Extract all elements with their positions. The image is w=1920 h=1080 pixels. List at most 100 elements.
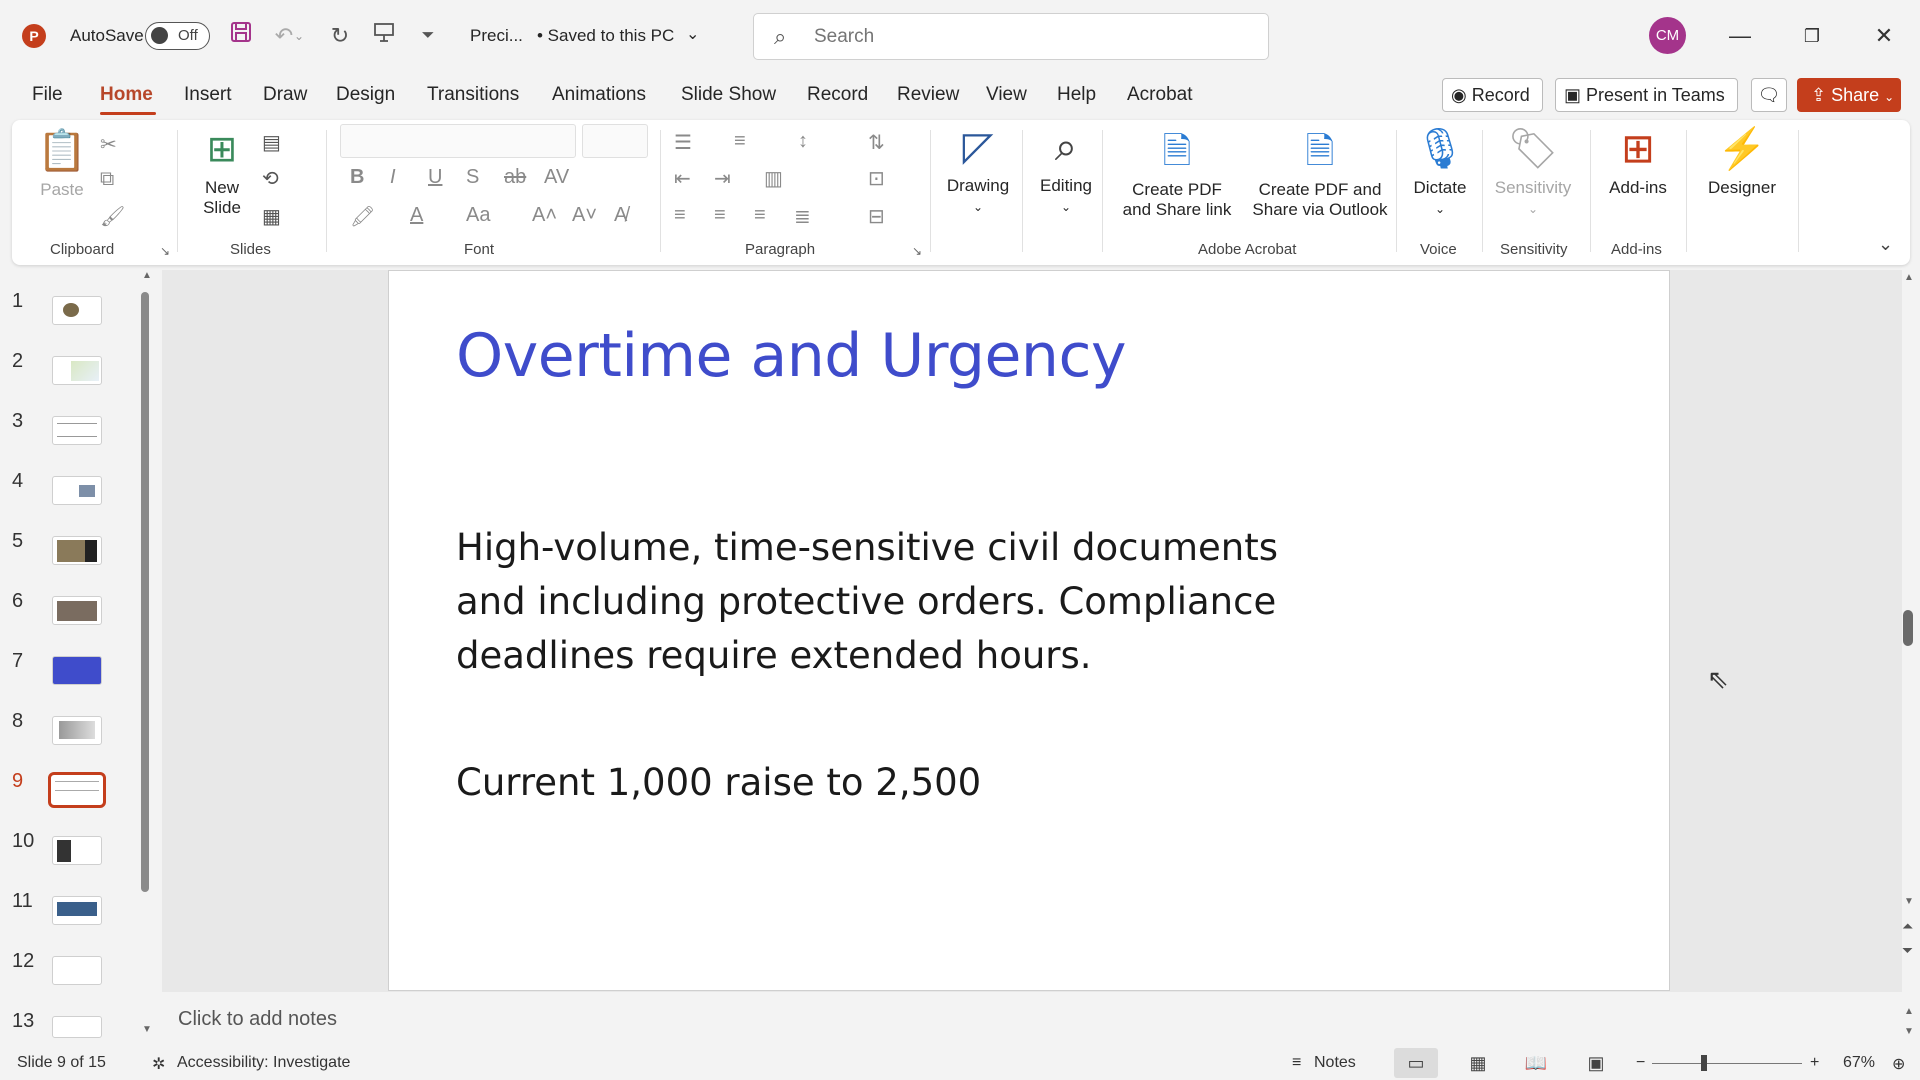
clipboard-launcher-icon[interactable]: ↘: [160, 244, 170, 258]
slide-thumbnail-1[interactable]: [52, 296, 102, 325]
slide-thumbnail-10[interactable]: [52, 836, 102, 865]
slide-sorter-view-icon[interactable]: ▦: [1456, 1048, 1500, 1078]
drawing-button[interactable]: ◸ Drawing ⌄: [938, 124, 1018, 216]
editing-button[interactable]: ⌕ Editing ⌄: [1030, 124, 1102, 216]
zoom-out-icon[interactable]: −: [1636, 1054, 1645, 1072]
minimize-icon[interactable]: —: [1720, 20, 1760, 52]
create-pdf-outlook-button[interactable]: 🗎 Create PDF and Share via Outlook: [1238, 128, 1402, 220]
text-direction-icon[interactable]: ⇅: [868, 130, 885, 155]
italic-icon[interactable]: I: [390, 166, 396, 189]
columns-icon[interactable]: ▥: [764, 166, 783, 191]
present-in-teams-button[interactable]: ▣ Present in Teams: [1555, 78, 1738, 112]
section-icon[interactable]: ▦: [262, 204, 281, 229]
slide-thumbnail-8[interactable]: [52, 716, 102, 745]
zoom-level[interactable]: 67%: [1843, 1054, 1875, 1072]
scroll-up-icon[interactable]: ▲: [1904, 272, 1914, 283]
strikethrough-icon[interactable]: ab: [504, 166, 526, 189]
accessibility-status[interactable]: Accessibility: Investigate: [177, 1054, 350, 1072]
underline-icon[interactable]: U: [428, 166, 442, 189]
scroll-up-icon[interactable]: ▲: [142, 270, 152, 281]
notes-toggle[interactable]: Notes: [1314, 1054, 1356, 1072]
slide-thumbnail-7[interactable]: [52, 656, 102, 685]
tab-design[interactable]: Design: [336, 84, 395, 106]
record-button[interactable]: ◉ Record: [1442, 78, 1543, 112]
slide-title[interactable]: Overtime and Urgency: [456, 321, 1126, 391]
increase-indent-icon[interactable]: ⇥: [714, 166, 731, 191]
tab-slide-show[interactable]: Slide Show: [681, 84, 776, 106]
cut-icon[interactable]: ✂: [100, 132, 117, 157]
smartart-icon[interactable]: ⊟: [868, 204, 885, 229]
highlight-icon[interactable]: 🖍: [350, 204, 375, 229]
decrease-indent-icon[interactable]: ⇤: [674, 166, 691, 191]
zoom-slider-thumb[interactable]: [1701, 1055, 1707, 1071]
align-right-icon[interactable]: ≡: [754, 204, 766, 227]
autosave-toggle[interactable]: Off: [145, 22, 210, 50]
format-painter-icon[interactable]: 🖌: [100, 204, 125, 229]
tab-acrobat[interactable]: Acrobat: [1127, 84, 1192, 106]
tab-review[interactable]: Review: [897, 84, 959, 106]
search-input[interactable]: [814, 25, 1234, 49]
zoom-in-icon[interactable]: +: [1810, 1054, 1819, 1072]
paragraph-launcher-icon[interactable]: ↘: [912, 244, 922, 258]
align-left-icon[interactable]: ≡: [674, 204, 686, 227]
bullets-icon[interactable]: ☰: [674, 130, 692, 155]
tab-transitions[interactable]: Transitions: [427, 84, 519, 106]
fit-to-window-icon[interactable]: ⊕: [1892, 1054, 1905, 1074]
search-box[interactable]: ⌕: [753, 13, 1269, 60]
notes-placeholder[interactable]: Click to add notes: [178, 1008, 337, 1031]
create-pdf-share-link-button[interactable]: 🗎 Create PDF and Share link: [1110, 128, 1244, 220]
previous-slide-icon[interactable]: ⏶: [1902, 918, 1913, 935]
document-save-status[interactable]: • Saved to this PC: [537, 26, 674, 46]
increase-font-icon[interactable]: A˄: [532, 204, 557, 227]
current-slide[interactable]: Overtime and Urgency High-volume, time-s…: [388, 270, 1670, 991]
slide-thumbnail-9[interactable]: [48, 772, 106, 808]
numbering-icon[interactable]: ≡: [734, 130, 746, 153]
editor-scroll-thumb[interactable]: [1903, 610, 1913, 646]
slide-thumbnail-2[interactable]: [52, 356, 102, 385]
notes-scroll-up-icon[interactable]: ▲: [1904, 1006, 1914, 1017]
slide-show-view-icon[interactable]: ▣: [1574, 1048, 1618, 1078]
title-dropdown-icon[interactable]: ⌄: [686, 24, 699, 44]
tab-home[interactable]: Home: [100, 84, 153, 106]
redo-icon[interactable]: ↻: [324, 20, 356, 52]
sensitivity-button[interactable]: 🏷 Sensitivity ⌄: [1486, 126, 1580, 218]
customize-qat-icon[interactable]: ⏷: [412, 20, 444, 52]
layout-icon[interactable]: ▤: [262, 130, 281, 155]
editor-scrollbar[interactable]: ▲ ▼ ⏶ ⏷ ▲ ▼: [1898, 270, 1920, 1040]
clear-formatting-icon[interactable]: A̸: [614, 204, 627, 227]
dictate-button[interactable]: 🎙 Dictate ⌄: [1404, 126, 1476, 218]
save-icon[interactable]: [225, 20, 257, 52]
shadow-icon[interactable]: S: [466, 166, 479, 189]
slide-thumbnail-13[interactable]: [52, 1016, 102, 1038]
tab-view[interactable]: View: [986, 84, 1027, 106]
character-spacing-icon[interactable]: AV: [544, 166, 569, 189]
align-text-icon[interactable]: ⊡: [868, 166, 885, 191]
notes-scroll-down-icon[interactable]: ▼: [1904, 1026, 1914, 1037]
designer-button[interactable]: ⚡ Designer: [1692, 126, 1792, 198]
zoom-slider[interactable]: [1652, 1063, 1802, 1064]
decrease-font-icon[interactable]: A˅: [572, 204, 597, 227]
notes-pane[interactable]: Click to add notes: [162, 998, 1902, 1040]
slide-thumbnail-4[interactable]: [52, 476, 102, 505]
scroll-down-icon[interactable]: ▼: [142, 1024, 152, 1035]
avatar[interactable]: CM: [1649, 17, 1686, 54]
paste-button[interactable]: 📋 Paste: [34, 128, 90, 200]
undo-dropdown-icon[interactable]: ⌄: [292, 20, 306, 52]
slide-thumbnail-11[interactable]: [52, 896, 102, 925]
align-center-icon[interactable]: ≡: [714, 204, 726, 227]
tab-animations[interactable]: Animations: [552, 84, 646, 106]
line-spacing-icon[interactable]: ↕: [798, 130, 808, 153]
font-family-select[interactable]: [340, 124, 576, 158]
reset-icon[interactable]: ⟲: [262, 166, 279, 191]
tab-record[interactable]: Record: [807, 84, 868, 106]
slide-body-text-2[interactable]: Current 1,000 raise to 2,500: [456, 761, 981, 804]
share-button[interactable]: ⇪ Share ⌄: [1797, 78, 1901, 112]
add-ins-button[interactable]: ⊞ Add-ins: [1598, 126, 1678, 198]
slide-thumbnail-12[interactable]: [52, 956, 102, 985]
restore-icon[interactable]: ❐: [1792, 20, 1832, 52]
bold-icon[interactable]: B: [350, 166, 364, 189]
accessibility-icon[interactable]: ✲: [152, 1054, 165, 1074]
close-icon[interactable]: ✕: [1864, 20, 1904, 52]
tab-file[interactable]: File: [32, 84, 63, 106]
tab-draw[interactable]: Draw: [263, 84, 307, 106]
